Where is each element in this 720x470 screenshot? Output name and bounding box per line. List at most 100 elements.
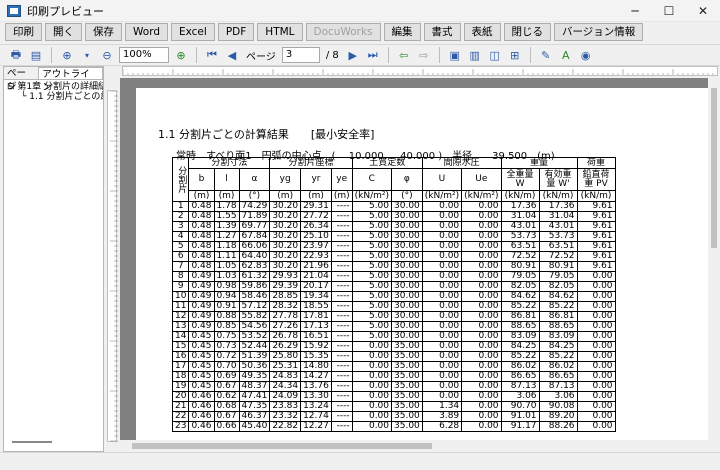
first-page-icon[interactable]: ⏮ (204, 47, 220, 63)
scroll-thumb[interactable] (711, 88, 717, 248)
continuous-page-icon[interactable]: ▥ (467, 47, 483, 63)
table-cell: 0.00 (351, 351, 393, 362)
zoom-out-icon[interactable]: ⊖ (99, 47, 115, 63)
prev-page-icon[interactable]: ◀ (224, 47, 240, 63)
table-cell: 0.00 (421, 251, 463, 262)
table-cell: 0.67 (213, 411, 240, 422)
table-cell: 0.49 (188, 311, 215, 322)
column-header: ye (330, 168, 353, 191)
table-cell: 35.00 (391, 341, 423, 352)
toolbar-button-0[interactable]: 印刷 (5, 23, 42, 41)
forward-icon[interactable]: ⇨ (416, 47, 432, 63)
tab-outline[interactable]: アウトライン (38, 67, 103, 93)
table-cell: 82.05 (500, 281, 540, 292)
table-cell: 5.00 (351, 281, 393, 292)
table-row: 10 0.49 0.94 58.46 28.85 19.34 ---- 5.00 30.00 0.… (171, 291, 616, 302)
toolbar-button-12[interactable]: バージョン情報 (554, 23, 644, 41)
table-cell: 0.00 (421, 231, 463, 242)
table-cell: 50.36 (238, 361, 271, 372)
table-cell: 0.49 (188, 281, 215, 292)
zoom-apply-icon[interactable]: ⊕ (173, 47, 189, 63)
unit-header: (°) (391, 190, 423, 202)
table-cell: 29.39 (269, 281, 302, 292)
table-row: 19 0.45 0.67 48.37 24.34 13.76 ---- 0.00 35.00 0.… (171, 381, 616, 392)
table-cell: ---- (330, 381, 353, 392)
table-cell: 22 (171, 411, 190, 422)
back-icon[interactable]: ⇦ (396, 47, 412, 63)
table-cell: 30.20 (269, 241, 302, 252)
table-cell: 0.46 (188, 421, 215, 432)
table-cell: 86.65 (500, 371, 540, 382)
document-page: 1.1 分割片ごとの計算結果 [最小安全率] 常時 すべり面1 円弧の中心点 (… (136, 88, 708, 440)
next-page-icon[interactable]: ▶ (345, 47, 361, 63)
toolbar-button-5[interactable]: PDF (217, 23, 255, 41)
toolbar-button-2[interactable]: 保存 (85, 23, 122, 41)
last-page-icon[interactable]: ⏭ (365, 47, 381, 63)
close-window-button[interactable]: ✕ (686, 0, 720, 22)
toolbar-button-4[interactable]: Excel (171, 23, 215, 41)
scroll-thumb[interactable] (132, 443, 432, 449)
pen-tool-icon[interactable]: ✎ (538, 47, 554, 63)
tab-pages[interactable]: ページ (4, 67, 38, 92)
table-cell: 18.55 (300, 301, 332, 312)
table-cell: 0.00 (461, 411, 502, 422)
minimize-button[interactable]: ─ (618, 0, 652, 22)
two-page-icon[interactable]: ◫ (487, 47, 503, 63)
table-cell: 14.80 (300, 361, 332, 372)
print-icon[interactable]: 🖶 (8, 47, 24, 63)
table-cell: 64.40 (238, 251, 271, 262)
table-cell: 63.51 (538, 241, 578, 252)
table-cell: 91.01 (500, 411, 540, 422)
tree-item-section[interactable]: └ 1.1 分割片ごとの計 (7, 92, 103, 102)
table-cell: 5.00 (351, 261, 393, 272)
table-row: 1 0.48 1.78 74.29 30.20 29.31 ---- 5.00 30.00 0.0… (171, 201, 616, 212)
zoom-in-icon[interactable]: ⊕ (59, 47, 75, 63)
single-page-icon[interactable]: ▣ (447, 47, 463, 63)
four-page-icon[interactable]: ⊞ (507, 47, 523, 63)
table-cell: 0.00 (351, 411, 393, 422)
table-row: 21 0.46 0.68 47.35 23.83 13.24 ---- 0.00 35.00 1.… (171, 401, 616, 412)
table-cell: 35.00 (391, 421, 423, 432)
table-cell: ---- (330, 291, 353, 302)
column-header: 鉛直荷重 PV (576, 168, 616, 191)
zoom-select[interactable]: 100% (119, 47, 169, 63)
column-header: l (213, 168, 240, 191)
table-cell: 29.93 (269, 271, 302, 282)
page-number-input[interactable]: 3 (281, 47, 320, 63)
vertical-scrollbar[interactable] (708, 78, 720, 440)
toolbar-button-1[interactable]: 開く (45, 23, 82, 41)
table-cell: 0.49 (188, 271, 215, 282)
tree-item-chapter[interactable]: ⊟ 第1章 分割片の詳細結 (7, 82, 103, 92)
table-cell: 5.00 (351, 241, 393, 252)
table-cell: 1.27 (213, 231, 240, 242)
table-cell: 15 (171, 341, 190, 352)
toolbar-button-9[interactable]: 書式 (423, 23, 461, 41)
column-header: b (188, 168, 215, 191)
text-tool-icon[interactable]: A (558, 47, 574, 63)
table-cell: 0.00 (421, 221, 463, 232)
toolbar-button-8[interactable]: 編集 (383, 23, 421, 41)
table-cell: 28.85 (269, 291, 302, 302)
table-cell: 0.00 (461, 231, 502, 242)
page-setup-icon[interactable]: ▤ (28, 47, 44, 63)
table-cell: 9.61 (576, 251, 616, 262)
maximize-button[interactable]: ☐ (652, 0, 686, 22)
table-cell: 0.67 (213, 381, 240, 392)
table-cell: 9.61 (576, 261, 616, 272)
view-tool-icon[interactable]: ◉ (578, 47, 594, 63)
table-cell: 0.94 (213, 291, 240, 302)
horizontal-scrollbar[interactable] (120, 440, 708, 452)
toolbar-button-10[interactable]: 表紙 (463, 23, 501, 41)
zoom-dropdown-icon[interactable]: ▾ (79, 47, 95, 63)
preview-area: 1.1 分割片ごとの計算結果 [最小安全率] 常時 すべり面1 円弧の中心点 (… (120, 78, 708, 440)
toolbar-button-7[interactable]: DocuWorks (305, 23, 381, 41)
toolbar-button-11[interactable]: 閉じる (503, 23, 552, 41)
group-header: 重量 (500, 157, 578, 169)
toolbar-button-6[interactable]: HTML (257, 23, 303, 41)
table-cell: 24.83 (269, 371, 302, 382)
status-bar (0, 452, 720, 470)
table-cell: 0.00 (576, 321, 616, 332)
table-cell: 24.34 (269, 381, 302, 392)
table-cell: 22.82 (269, 421, 302, 432)
toolbar-button-3[interactable]: Word (125, 23, 168, 41)
